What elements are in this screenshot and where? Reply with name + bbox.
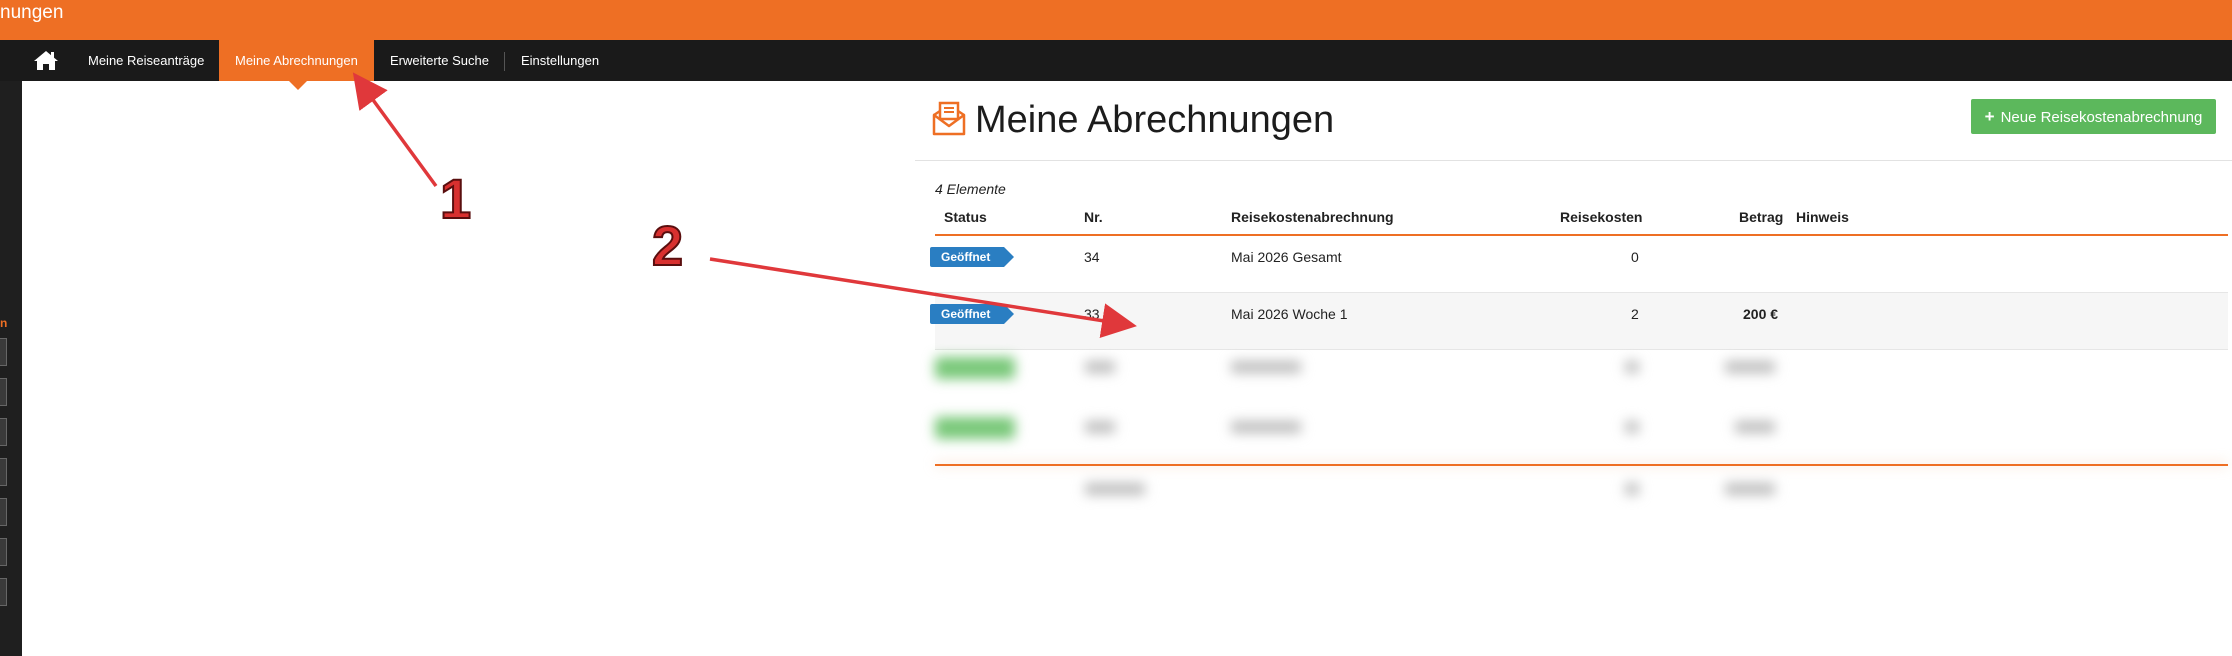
table-header: Status Nr. Reisekostenabrechnung Reiseko… (935, 201, 2228, 236)
column-header-nr[interactable]: Nr. (1084, 209, 1103, 225)
table-row[interactable]: Geöffnet 33 Mai 2026 Woche 1 2 200 € (930, 293, 2228, 350)
envelope-document-icon (932, 101, 966, 136)
sidebar-button[interactable] (0, 578, 7, 606)
new-button-label: Neue Reisekostenabrechnung (2000, 109, 2203, 126)
cell-reisekosten: 2 (1631, 306, 1639, 322)
annotation-number-2: 2 (651, 213, 684, 278)
cell-name[interactable]: Mai 2026 Woche 1 (1231, 306, 1347, 322)
page-header: Meine Abrechnungen + Neue Reisekostenabre… (915, 81, 2232, 161)
table-footer-line (935, 464, 2228, 466)
redacted-text (1085, 361, 1115, 373)
sidebar-button[interactable] (0, 418, 7, 446)
sidebar-button[interactable] (0, 458, 7, 486)
sidebar-button[interactable] (0, 338, 7, 366)
cell-name[interactable]: Mai 2026 Gesamt (1231, 249, 1342, 265)
plus-icon: + (1984, 107, 1995, 126)
status-badge[interactable]: Geöffnet (930, 247, 1015, 267)
redacted-text (1625, 483, 1639, 495)
left-sidebar: n (0, 81, 22, 656)
annotation-arrow-1 (352, 72, 438, 188)
main-navbar: Meine Reiseanträge Meine Abrechnungen Er… (0, 40, 2232, 81)
cell-nr: 34 (1084, 249, 1100, 265)
redacted-text (1231, 421, 1301, 433)
column-header-hinweis[interactable]: Hinweis (1796, 209, 1849, 225)
sidebar-button[interactable] (0, 498, 7, 526)
main-content: Meine Abrechnungen + Neue Reisekostenabre… (915, 81, 2232, 656)
home-icon[interactable] (33, 50, 59, 71)
redacted-text (1725, 361, 1775, 373)
nav-item-meine-abrechnungen[interactable]: Meine Abrechnungen (219, 40, 374, 81)
table-row[interactable]: Geöffnet 34 Mai 2026 Gesamt 0 (930, 236, 2228, 293)
column-header-reisekosten[interactable]: Reisekosten (1560, 209, 1642, 225)
active-tab-caret (289, 81, 307, 90)
redacted-rows (915, 343, 2232, 523)
nav-item-erweiterte-suche[interactable]: Erweiterte Suche (374, 40, 505, 81)
redacted-text (1625, 421, 1639, 433)
item-count: 4 Elemente (935, 181, 1006, 197)
redacted-badge (935, 357, 1015, 379)
new-expense-report-button[interactable]: + Neue Reisekostenabrechnung (1971, 99, 2216, 134)
sidebar-button[interactable] (0, 538, 7, 566)
annotation-number-1: 1 (439, 166, 472, 231)
redacted-row (935, 465, 1775, 521)
cell-betrag: 200 € (1743, 306, 1779, 322)
sidebar-label: n (0, 316, 8, 330)
app-title: nungen (0, 2, 64, 23)
redacted-text (1725, 483, 1775, 495)
redacted-text (1085, 421, 1115, 433)
page-title: Meine Abrechnungen (975, 99, 1335, 141)
cell-reisekosten: 0 (1631, 249, 1639, 265)
app-header: nungen (0, 0, 2232, 40)
nav-item-meine-reiseantraege[interactable]: Meine Reiseanträge (72, 40, 220, 81)
column-header-status[interactable]: Status (944, 209, 987, 225)
cell-nr: 33 (1084, 306, 1100, 322)
redacted-text (1085, 483, 1145, 495)
nav-item-einstellungen[interactable]: Einstellungen (505, 40, 615, 81)
sidebar-button[interactable] (0, 378, 7, 406)
redacted-row (935, 343, 1775, 399)
redacted-badge (935, 417, 1015, 439)
redacted-text (1231, 361, 1301, 373)
redacted-text (1625, 361, 1639, 373)
column-header-reisekostenabrechnung[interactable]: Reisekostenabrechnung (1231, 209, 1394, 225)
redacted-row (935, 403, 1775, 459)
column-header-betrag[interactable]: Betrag (1739, 209, 1783, 225)
redacted-text (1735, 421, 1775, 433)
status-badge[interactable]: Geöffnet (930, 304, 1015, 324)
